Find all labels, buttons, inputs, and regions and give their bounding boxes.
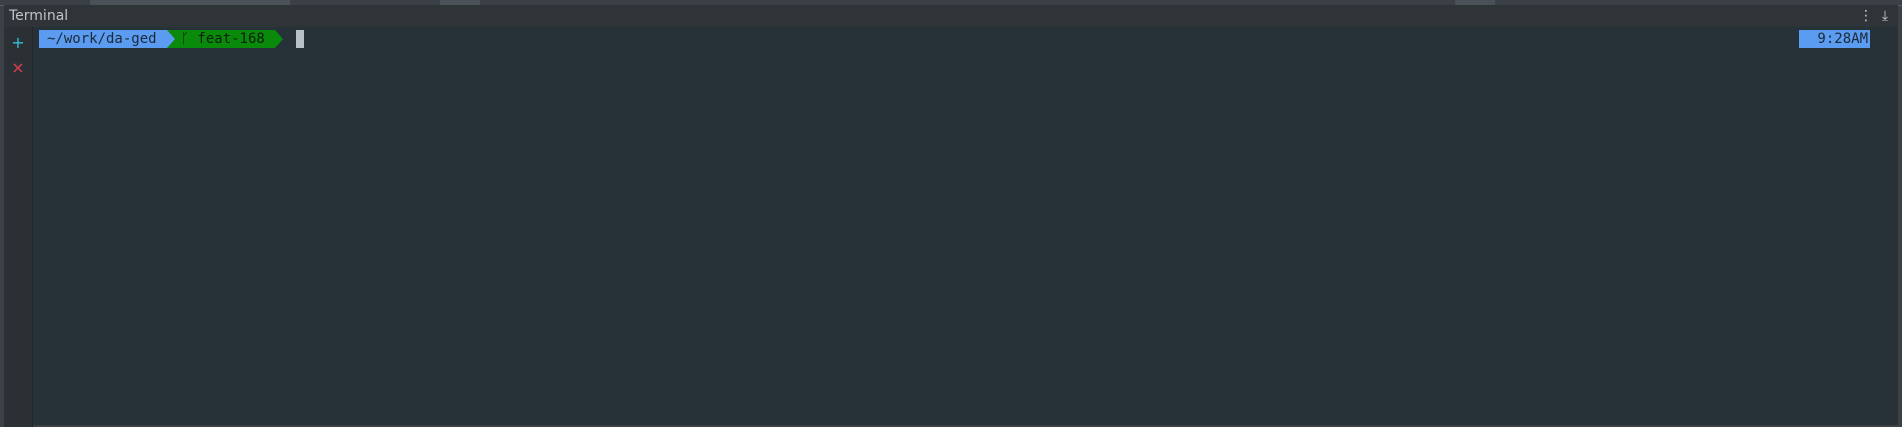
terminal-window: Terminal ⋮ ⤓ + × ~/work/da-ged ᚴ feat-16… — [0, 0, 1902, 427]
shell-prompt: ~/work/da-ged ᚴ feat-168 — [39, 30, 304, 48]
terminal-panel-header: Terminal ⋮ ⤓ — [4, 5, 1898, 27]
prompt-time: 9:28AM — [1799, 30, 1870, 48]
branch-name: feat-168 — [188, 31, 265, 47]
terminal-session[interactable]: ~/work/da-ged ᚴ feat-168 9:28AM — [33, 27, 1894, 425]
minimize-icon[interactable]: ⤓ — [1876, 7, 1894, 25]
branch-icon: ᚴ — [180, 31, 189, 47]
plus-icon[interactable]: + — [10, 35, 26, 51]
prompt-separator — [274, 30, 283, 48]
close-icon[interactable]: × — [10, 60, 26, 76]
text-cursor — [295, 30, 304, 48]
prompt-git-branch: ᚴ feat-168 — [174, 30, 275, 48]
terminal-sidebar: + × — [4, 27, 33, 427]
prompt-separator — [166, 30, 175, 48]
window-right-border — [1898, 0, 1902, 427]
more-icon[interactable]: ⋮ — [1857, 7, 1875, 25]
panel-title: Terminal — [9, 8, 69, 24]
prompt-directory: ~/work/da-ged — [39, 30, 167, 48]
